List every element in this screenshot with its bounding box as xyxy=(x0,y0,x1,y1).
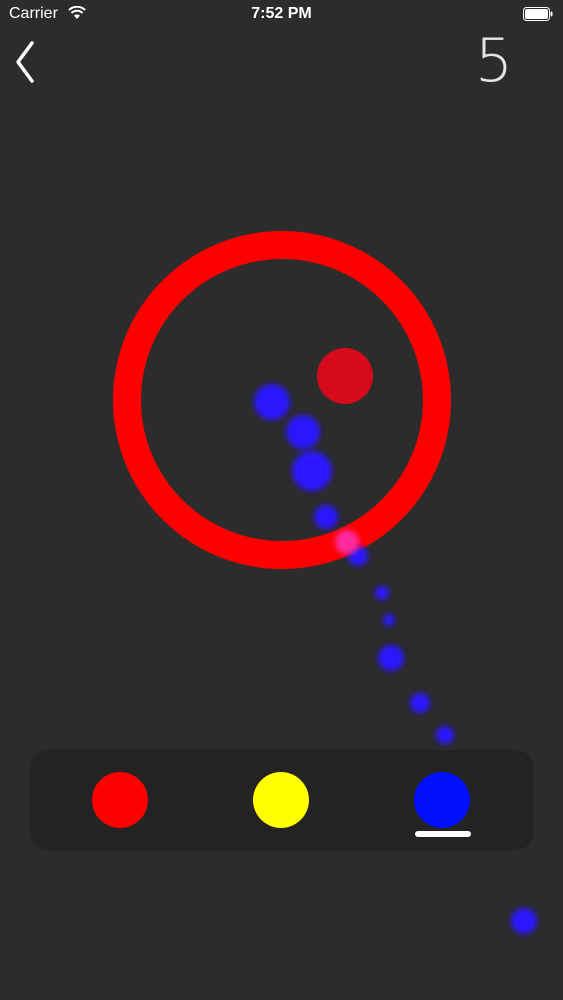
trail-dot xyxy=(410,693,430,713)
selected-indicator xyxy=(415,831,471,837)
color-swatch-red[interactable] xyxy=(92,772,148,828)
trail-dot xyxy=(314,505,338,529)
trail-dot xyxy=(383,614,395,626)
target-dot xyxy=(317,348,373,404)
collision-spark xyxy=(335,530,359,554)
trail-dot xyxy=(511,908,537,934)
playfield xyxy=(113,231,537,934)
color-swatch-yellow[interactable] xyxy=(253,772,309,828)
color-swatch-blue[interactable] xyxy=(414,772,470,828)
trail-dot xyxy=(378,645,404,671)
trail-dot xyxy=(286,415,320,449)
trail-dot xyxy=(375,586,389,600)
ball-trail xyxy=(254,384,537,934)
trail-dot xyxy=(254,384,290,420)
trail-dot xyxy=(436,726,454,744)
color-palette xyxy=(30,750,534,850)
trail-dot xyxy=(292,451,332,491)
